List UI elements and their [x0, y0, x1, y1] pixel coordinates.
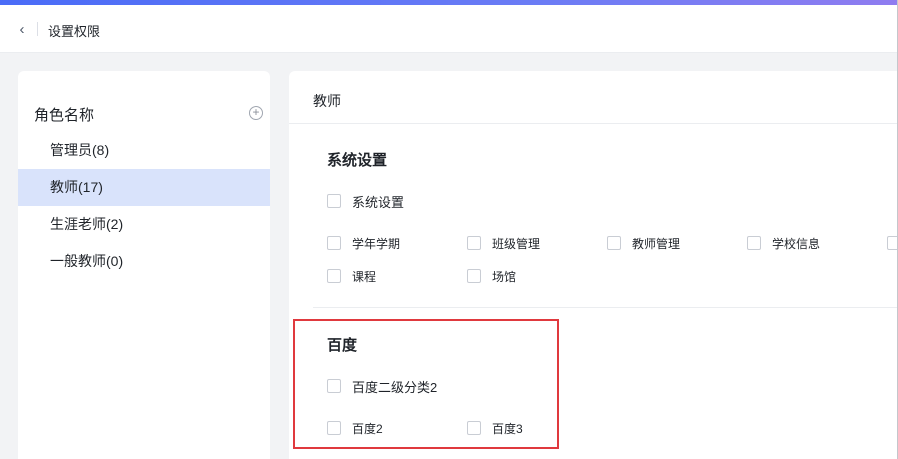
checkbox[interactable]	[327, 236, 341, 250]
chevron-left-icon[interactable]: ‹	[14, 19, 30, 39]
page-title: 设置权限	[48, 24, 101, 39]
checkbox[interactable]	[327, 421, 341, 435]
checkbox[interactable]	[327, 194, 341, 208]
permission-label: 系统设置	[352, 194, 405, 210]
role-item-admin[interactable]: 管理员(8)	[18, 132, 270, 169]
checkbox[interactable]	[467, 236, 481, 250]
selected-role-name: 教师	[313, 93, 341, 109]
page-header: ‹ 设置权限	[0, 5, 898, 53]
permission-label: 课程	[352, 269, 377, 284]
checkbox[interactable]	[327, 269, 341, 283]
permission-course[interactable]: 课程	[327, 268, 376, 284]
role-item-label: 教师(17)	[50, 179, 103, 195]
permission-teacher-management[interactable]: 教师管理	[607, 235, 680, 251]
checkbox[interactable]	[467, 269, 481, 283]
plus-circle-icon[interactable]: +	[249, 106, 263, 120]
permission-label: 学校信息	[772, 236, 821, 251]
checkbox[interactable]	[327, 379, 341, 393]
selected-role-header: 教师	[289, 71, 898, 124]
checkbox[interactable]	[607, 236, 621, 250]
permission-baidu-3[interactable]: 百度3	[467, 420, 523, 436]
permission-label: 百度3	[492, 421, 523, 436]
permission-label: 百度2	[352, 421, 383, 436]
permission-school-info[interactable]: 学校信息	[747, 235, 820, 251]
permission-panel: 教师 系统设置 系统设置 学年学期 班级管理 教师管理 学校信息 课程 场馆 百…	[289, 71, 898, 459]
permission-group-baidu-subcategory[interactable]: 百度二级分类2	[327, 378, 438, 395]
header-divider	[37, 22, 38, 36]
section-divider	[313, 307, 898, 308]
role-item-label: 管理员(8)	[50, 142, 110, 158]
permission-venue[interactable]: 场馆	[467, 268, 516, 284]
role-item-label: 一般教师(0)	[50, 253, 124, 269]
permission-label: 百度二级分类2	[352, 379, 438, 395]
role-list-title: 角色名称	[34, 107, 95, 124]
section-title-baidu: 百度	[327, 337, 358, 354]
role-item-career-teacher[interactable]: 生涯老师(2)	[18, 206, 270, 243]
permission-label: 教师管理	[632, 236, 681, 251]
permission-group-system-settings[interactable]: 系统设置	[327, 193, 405, 210]
permission-label: 学年学期	[352, 236, 401, 251]
role-item-teacher[interactable]: 教师(17)	[18, 169, 270, 206]
checkbox[interactable]	[467, 421, 481, 435]
permission-academic-term[interactable]: 学年学期	[327, 235, 400, 251]
permission-label: 场馆	[492, 269, 517, 284]
role-item-label: 生涯老师(2)	[50, 216, 124, 232]
role-item-general-teacher[interactable]: 一般教师(0)	[18, 243, 270, 280]
checkbox[interactable]	[747, 236, 761, 250]
permission-label: 班级管理	[492, 236, 541, 251]
section-title-system: 系统设置	[327, 152, 388, 169]
role-list-panel: 角色名称 + 管理员(8) 教师(17) 生涯老师(2) 一般教师(0)	[18, 71, 270, 459]
permission-class-management[interactable]: 班级管理	[467, 235, 540, 251]
permission-baidu-2[interactable]: 百度2	[327, 420, 383, 436]
